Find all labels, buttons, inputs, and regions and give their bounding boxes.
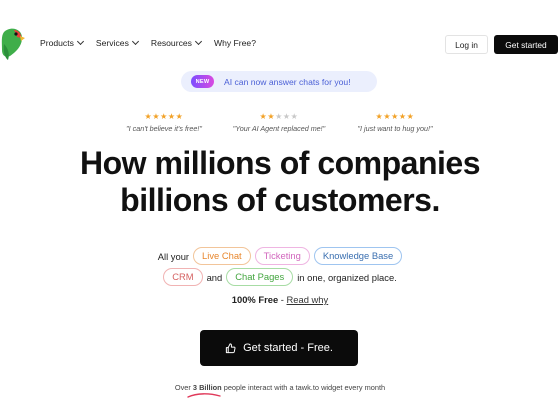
nav-resources[interactable]: Resources: [150, 37, 202, 48]
star-icon: ★: [152, 112, 161, 121]
stats-line: Over 3 Billion people interact with a ta…: [0, 383, 560, 392]
tag-chat-pages[interactable]: Chat Pages: [226, 268, 294, 286]
get-started-nav-button[interactable]: Get started: [494, 35, 558, 54]
hero-headline-line-2: billions of customers.: [120, 182, 440, 218]
free-separator: -: [278, 294, 287, 305]
review-quote: "Your AI Agent replaced me!": [232, 124, 326, 133]
features-line-2: CRM and Chat Pages in one, organized pla…: [0, 268, 560, 286]
read-why-link[interactable]: Read why: [287, 294, 329, 305]
star-icon: ★: [175, 112, 184, 121]
rating-stars: ★★★★★: [346, 112, 444, 122]
star-icon: ★: [282, 112, 291, 121]
review-3: ★★★★★ "I just want to hug you!": [346, 112, 444, 133]
review-1: ★★★★★ "I can't believe it's free!": [116, 112, 212, 133]
features-prefix: All your: [157, 250, 190, 262]
rating-stars: ★★★★★: [229, 112, 329, 122]
login-button[interactable]: Log in: [445, 35, 488, 54]
star-icon: ★: [391, 112, 399, 121]
chevron-down-icon: [131, 37, 139, 46]
features-line-1: All your Live Chat Ticketing Knowledge B…: [0, 247, 560, 265]
nav-products-label: Products: [40, 38, 74, 48]
nav-services[interactable]: Services: [95, 37, 139, 48]
chevron-down-icon: [194, 37, 202, 46]
rating-stars: ★★★★★: [116, 112, 212, 122]
nav-why-free-label: Why Free?: [213, 38, 256, 48]
free-statement: 100% Free - Read why: [0, 294, 560, 305]
review-2: ★★★★★ "Your AI Agent replaced me!": [229, 112, 329, 133]
thumbs-up-icon: [225, 342, 236, 353]
star-icon: ★: [267, 112, 276, 121]
tag-live-chat[interactable]: Live Chat: [193, 247, 251, 265]
features-and: and: [206, 271, 223, 283]
features-suffix: in one, organized place.: [297, 271, 397, 283]
new-badge: NEW: [191, 75, 214, 88]
review-quote: "I just want to hug you!": [357, 124, 433, 133]
underline-swoosh-icon: [187, 393, 221, 398]
star-icon: ★: [398, 112, 407, 121]
nav-services-label: Services: [95, 38, 129, 48]
star-icon: ★: [383, 112, 392, 121]
main-menu: Products Services Resources Why Free?: [40, 37, 256, 48]
hero-headline: How millions of companies billions of cu…: [0, 145, 560, 219]
tag-ticketing[interactable]: Ticketing: [254, 247, 310, 265]
nav-resources-label: Resources: [150, 38, 192, 48]
star-icon: ★: [275, 112, 283, 121]
star-icon: ★: [160, 112, 168, 121]
review-quote: "I can't believe it's free!": [126, 124, 202, 133]
star-icon: ★: [290, 112, 299, 121]
tag-crm[interactable]: CRM: [163, 268, 203, 286]
get-started-free-button[interactable]: Get started - Free.: [200, 330, 358, 366]
announcement-banner[interactable]: NEW AI can now answer chats for you!: [181, 71, 377, 92]
parrot-logo-icon[interactable]: [0, 26, 26, 62]
nav-products[interactable]: Products: [40, 37, 84, 48]
star-icon: ★: [167, 112, 176, 121]
nav-why-free[interactable]: Why Free?: [214, 38, 256, 48]
tag-knowledge-base[interactable]: Knowledge Base: [313, 247, 403, 265]
free-label: 100% Free: [231, 294, 279, 305]
stats-after: people interact with a tawk.to widget ev…: [221, 383, 386, 392]
announcement-text: AI can now answer chats for you!: [224, 76, 351, 87]
star-icon: ★: [406, 112, 415, 121]
chevron-down-icon: [76, 37, 84, 46]
hero-headline-line-1: How millions of companies: [80, 145, 481, 181]
cta-label: Get started - Free.: [243, 342, 333, 354]
